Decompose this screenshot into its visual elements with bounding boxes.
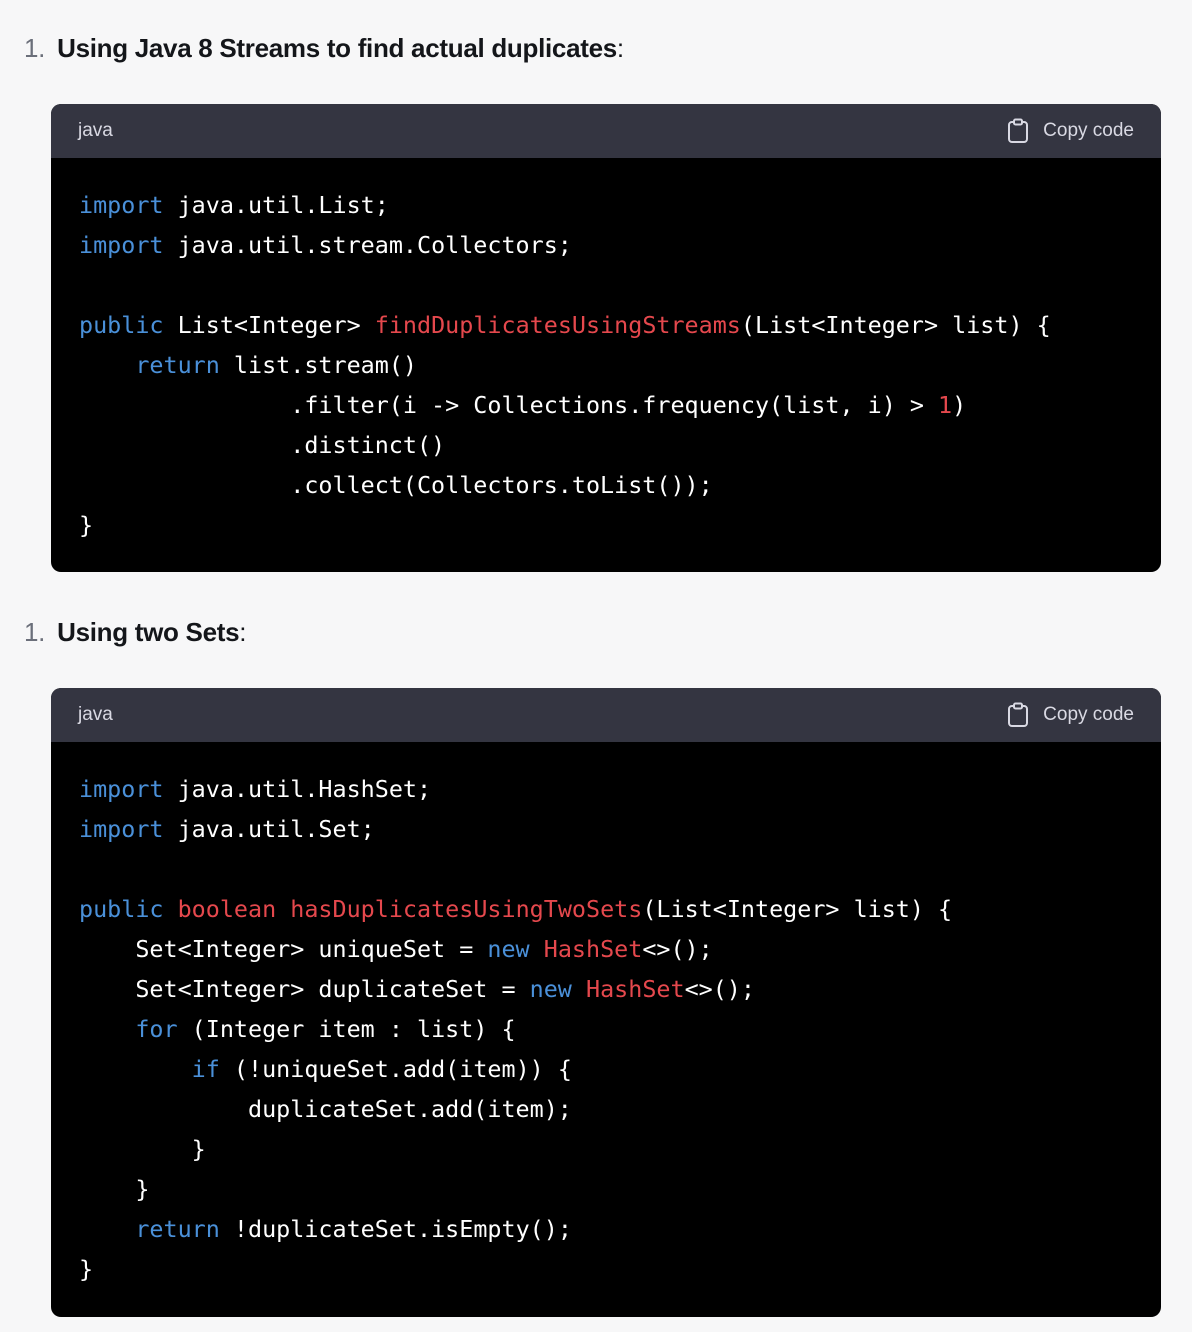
- code-token: public: [79, 311, 164, 339]
- code-token: List<Integer>: [163, 311, 375, 339]
- clipboard-icon: [1008, 118, 1029, 143]
- code-token: (List<Integer> list) {: [642, 895, 953, 923]
- code-token: <>();: [684, 975, 755, 1003]
- code-token: list.stream(): [219, 351, 417, 379]
- code-token: for: [135, 1015, 178, 1043]
- list-heading: 1. Using two Sets:: [24, 612, 246, 652]
- code-token: hasDuplicatesUsingTwoSets: [290, 895, 643, 923]
- code-token: (List<Integer> list) {: [740, 311, 1051, 339]
- code-token: (Integer item : list) {: [177, 1015, 516, 1043]
- code-token: java.util.stream.Collectors;: [163, 231, 572, 259]
- code-token: Set<Integer> duplicateSet =: [79, 975, 530, 1003]
- code-line: }: [79, 1249, 1134, 1289]
- code-token: java.util.HashSet;: [163, 775, 432, 803]
- copy-code-label: Copy code: [1043, 704, 1134, 725]
- code-token: 1: [938, 391, 953, 419]
- copy-code-label: Copy code: [1043, 120, 1134, 141]
- code-block: java Copy code import java.util.List; imp…: [51, 104, 1161, 572]
- code-token: java.util.List;: [163, 191, 389, 219]
- code-line: import java.util.stream.Collectors;: [79, 225, 1134, 265]
- code-line: public List<Integer> findDuplicatesUsing…: [79, 305, 1134, 345]
- code-token: import: [79, 191, 164, 219]
- code-token: (!uniqueSet.add(item)) {: [219, 1055, 572, 1083]
- copy-code-button[interactable]: Copy code: [1007, 702, 1134, 728]
- list-number: 1.: [24, 32, 46, 63]
- code-token: import: [79, 815, 164, 843]
- heading-title: Using two Sets: [57, 616, 240, 647]
- code-token: duplicateSet.add(item);: [79, 1095, 572, 1123]
- code-token: }: [79, 1135, 206, 1163]
- list-number: 1.: [24, 616, 46, 647]
- code-token: Set<Integer> uniqueSet =: [79, 935, 488, 963]
- code-token: new: [487, 935, 530, 963]
- code-token: !duplicateSet.isEmpty();: [219, 1215, 572, 1243]
- code-line: Set<Integer> duplicateSet = new HashSet<…: [79, 969, 1134, 1009]
- code-language: java: [78, 704, 113, 725]
- code-line: if (!uniqueSet.add(item)) {: [79, 1049, 1134, 1089]
- code-token: }: [79, 511, 94, 539]
- code-line: duplicateSet.add(item);: [79, 1089, 1134, 1129]
- code-line: }: [79, 1169, 1134, 1209]
- code-token: boolean: [177, 895, 277, 923]
- code-line: .filter(i -> Collections.frequency(list,…: [79, 385, 1134, 425]
- code-header: java Copy code: [51, 104, 1161, 158]
- code-token: .collect(Collectors.toList());: [79, 471, 713, 499]
- code-token: }: [79, 1175, 150, 1203]
- code-line: Set<Integer> uniqueSet = new HashSet<>()…: [79, 929, 1134, 969]
- code-token: HashSet: [585, 975, 685, 1003]
- code-token: }: [79, 1255, 94, 1283]
- code-language: java: [78, 120, 113, 141]
- code-line: import java.util.Set;: [79, 809, 1134, 849]
- code-line: }: [79, 1129, 1134, 1169]
- code-token: import: [79, 231, 164, 259]
- copy-code-button[interactable]: Copy code: [1007, 118, 1134, 144]
- code-token: new: [529, 975, 572, 1003]
- code-line: .collect(Collectors.toList());: [79, 465, 1134, 505]
- code-token: public: [79, 895, 164, 923]
- code-content: import java.util.List; import java.util.s…: [51, 158, 1161, 572]
- code-content: import java.util.HashSet; import java.uti…: [51, 742, 1161, 1316]
- code-token: return: [135, 1215, 220, 1243]
- code-token: findDuplicatesUsingStreams: [374, 311, 741, 339]
- heading-colon: :: [616, 32, 624, 63]
- code-token: return: [135, 351, 220, 379]
- heading-colon: :: [239, 616, 247, 647]
- code-token: if: [191, 1055, 220, 1083]
- code-token: HashSet: [543, 935, 643, 963]
- code-block: java Copy code import java.util.HashSet;…: [51, 688, 1161, 1317]
- code-line: public boolean hasDuplicatesUsingTwoSets…: [79, 889, 1134, 929]
- code-line: for (Integer item : list) {: [79, 1009, 1134, 1049]
- code-header: java Copy code: [51, 688, 1161, 742]
- code-line: }: [79, 505, 1134, 545]
- code-line: return !duplicateSet.isEmpty();: [79, 1209, 1134, 1249]
- code-line: import java.util.List;: [79, 185, 1134, 225]
- code-token: java.util.Set;: [163, 815, 375, 843]
- code-token: import: [79, 775, 164, 803]
- code-token: .distinct(): [79, 431, 446, 459]
- heading-title: Using Java 8 Streams to find actual dupl…: [57, 32, 617, 63]
- code-line: return list.stream(): [79, 345, 1134, 385]
- code-token: ): [952, 391, 967, 419]
- list-heading: 1. Using Java 8 Streams to find actual d…: [24, 28, 624, 68]
- code-line: import java.util.HashSet;: [79, 769, 1134, 809]
- code-token: <>();: [642, 935, 713, 963]
- code-line: .distinct(): [79, 425, 1134, 465]
- clipboard-icon: [1008, 702, 1029, 727]
- code-token: .filter(i -> Collections.frequency(list,…: [79, 391, 939, 419]
